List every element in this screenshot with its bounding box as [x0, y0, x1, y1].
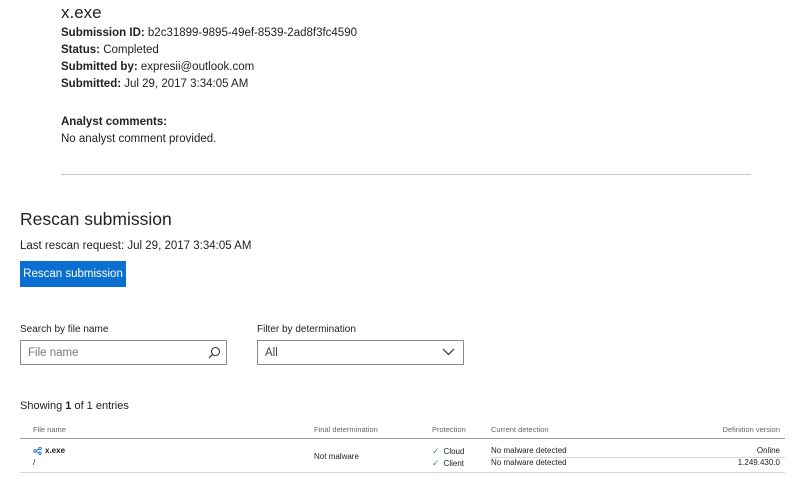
- determination-select[interactable]: All: [257, 340, 464, 365]
- submitted-label: Submitted:: [61, 78, 122, 90]
- entries-count: Showing 1 of 1 entries: [20, 400, 129, 412]
- search-input[interactable]: [21, 341, 202, 364]
- submission-id-label: Submission ID:: [61, 27, 145, 39]
- submitted-by-label: Submitted by:: [61, 61, 138, 73]
- submission-id-row: Submission ID: b2c31899-9895-49ef-8539-2…: [61, 27, 357, 39]
- filter-by-determination-label: Filter by determination: [257, 324, 356, 335]
- detection-cloud: No malware detected: [491, 446, 567, 455]
- last-rescan-request: Last rescan request: Jul 29, 2017 3:34:0…: [20, 240, 252, 252]
- submitted-row: Submitted: Jul 29, 2017 3:34:05 AM: [61, 78, 248, 90]
- row-sub-divider: [491, 457, 785, 458]
- file-path: /: [33, 458, 36, 467]
- entries-prefix: Showing: [20, 400, 66, 412]
- determination-selected-value: All: [265, 346, 278, 359]
- column-header-definition-version[interactable]: Definition version: [722, 425, 780, 434]
- search-by-file-name-label: Search by file name: [20, 324, 109, 335]
- column-header-protection[interactable]: Protection: [432, 425, 466, 434]
- submitted-value: Jul 29, 2017 3:34:05 AM: [124, 78, 249, 90]
- file-title: x.exe: [61, 3, 102, 22]
- entries-suffix: of 1 entries: [71, 400, 129, 412]
- submission-id-value: b2c31899-9895-49ef-8539-2ad8f3fc4590: [147, 27, 357, 39]
- section-divider: [61, 174, 751, 175]
- protection-client: ✓ Client: [432, 458, 464, 469]
- table-bottom-divider: [20, 472, 785, 473]
- rescan-section-title: Rescan submission: [20, 209, 172, 229]
- table-header-divider: [20, 438, 785, 439]
- chevron-down-icon: [442, 347, 455, 359]
- column-header-current-detection[interactable]: Current detection: [491, 425, 549, 434]
- file-share-icon: [33, 446, 42, 455]
- file-name-link[interactable]: x.exe: [45, 446, 65, 455]
- check-icon: ✓: [432, 446, 440, 456]
- check-icon: ✓: [432, 458, 440, 468]
- search-field[interactable]: [20, 340, 227, 365]
- analyst-comments-label: Analyst comments:: [61, 116, 168, 128]
- protection-cloud-label: Cloud: [443, 447, 465, 456]
- status-row: Status: Completed: [61, 44, 159, 56]
- search-icon[interactable]: [202, 341, 226, 365]
- status-value: Completed: [103, 44, 159, 56]
- table-row-file[interactable]: x.exe: [33, 446, 65, 455]
- protection-client-label: Client: [443, 459, 464, 468]
- detection-client: No malware detected: [491, 458, 567, 467]
- analyst-comments-value: No analyst comment provided.: [61, 133, 217, 145]
- submitted-by-row: Submitted by: expresii@outlook.com: [61, 61, 254, 73]
- protection-cloud: ✓ Cloud: [432, 446, 464, 457]
- definition-version-cloud: Online: [756, 446, 780, 455]
- column-header-final-determination[interactable]: Final determination: [314, 425, 378, 434]
- status-label: Status:: [61, 44, 100, 56]
- submitted-by-value: expresii@outlook.com: [140, 61, 255, 73]
- column-header-file-name[interactable]: File name: [33, 425, 66, 434]
- analyst-comments-heading: Analyst comments:: [61, 116, 167, 128]
- definition-version-client: 1.249.430.0: [737, 458, 780, 467]
- rescan-submission-button[interactable]: Rescan submission: [20, 261, 126, 287]
- final-determination-value: Not malware: [314, 452, 359, 461]
